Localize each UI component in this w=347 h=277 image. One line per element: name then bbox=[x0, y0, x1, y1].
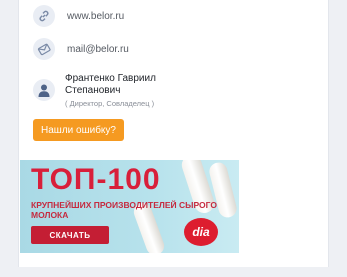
top100-banner[interactable]: ТОП-100 КРУПНЕЙШИХ ПРОИЗВОДИТЕЛЕЙ СЫРОГО… bbox=[20, 160, 239, 253]
banner-subtitle: КРУПНЕЙШИХ ПРОИЗВОДИТЕЛЕЙ СЫРОГО МОЛОКА bbox=[31, 200, 217, 220]
website-link[interactable]: www.belor.ru bbox=[67, 11, 124, 22]
person-name: Франтенко Гавриил Степанович bbox=[65, 73, 156, 96]
report-error-button[interactable]: Нашли ошибку? bbox=[33, 119, 124, 141]
link-icon bbox=[33, 5, 55, 27]
website-row[interactable]: www.belor.ru bbox=[33, 5, 124, 27]
person-info: Франтенко Гавриил Степанович ( Директор,… bbox=[55, 73, 195, 110]
user-avatar-icon bbox=[33, 79, 55, 101]
banner-title: ТОП-100 bbox=[31, 163, 161, 196]
download-button[interactable]: СКАЧАТЬ bbox=[31, 226, 109, 244]
person-role: ( Директор, Совладелец ) bbox=[65, 99, 155, 108]
dia-logo: dia bbox=[184, 218, 218, 246]
person-row: Франтенко Гавриил Степанович ( Директор,… bbox=[33, 73, 195, 110]
company-contact-card: www.belor.ru mail@belor.ru Франтенко Гав… bbox=[18, 0, 329, 267]
email-icon bbox=[33, 38, 55, 60]
email-row[interactable]: mail@belor.ru bbox=[33, 38, 129, 60]
card-footer-gap bbox=[18, 267, 329, 277]
email-link[interactable]: mail@belor.ru bbox=[67, 44, 129, 55]
